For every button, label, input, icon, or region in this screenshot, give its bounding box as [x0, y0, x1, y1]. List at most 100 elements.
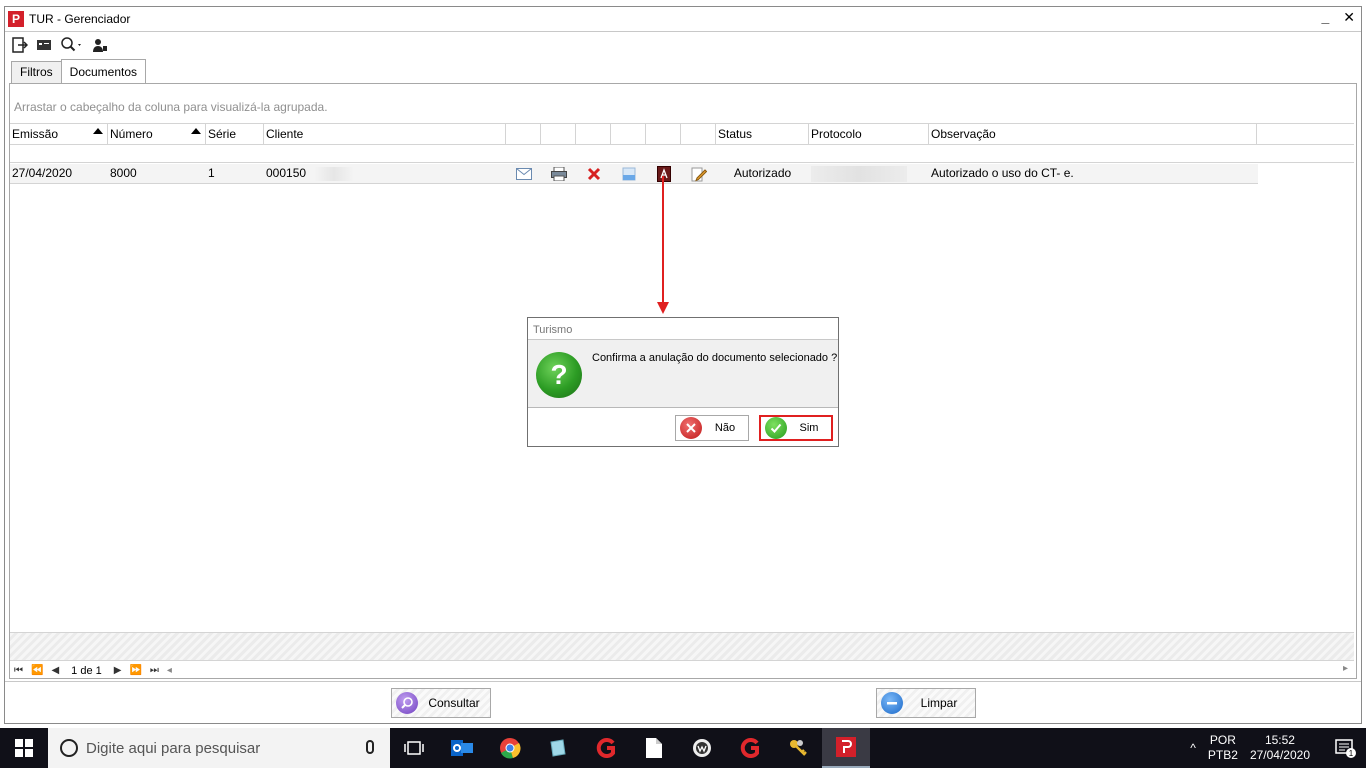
- limpar-button[interactable]: Limpar: [876, 688, 976, 718]
- annotation-arrow: [662, 176, 664, 306]
- page-indicator: 1 de 1: [71, 664, 102, 677]
- col-emissao[interactable]: Emissão: [10, 124, 108, 144]
- w-app-icon[interactable]: [678, 728, 726, 768]
- group-by-hint: Arrastar o cabeçalho da coluna para visu…: [14, 100, 328, 114]
- col-observacao[interactable]: Observação: [929, 124, 1257, 144]
- card-icon[interactable]: [35, 36, 53, 54]
- search-dropdown-icon[interactable]: [59, 36, 85, 54]
- user-icon[interactable]: [91, 36, 109, 54]
- g-app-icon[interactable]: [582, 728, 630, 768]
- yes-button[interactable]: Sim: [759, 415, 833, 441]
- lang-top: POR: [1209, 733, 1236, 747]
- cell-emissao: 27/04/2020: [12, 166, 73, 180]
- cell-serie: 1: [208, 166, 215, 180]
- cell-protocolo: [809, 164, 929, 183]
- no-button[interactable]: Não: [675, 415, 749, 441]
- grid-header: Emissão Número Série Cliente Status Prot…: [10, 123, 1354, 145]
- check-icon: [765, 417, 787, 439]
- consultar-button[interactable]: Consultar: [391, 688, 491, 718]
- clock[interactable]: 15:52 27/04/2020: [1250, 733, 1310, 763]
- search-icon: [396, 692, 418, 714]
- taskbar-search-input[interactable]: Digite aqui para pesquisar: [48, 728, 390, 768]
- filter-row[interactable]: [10, 145, 1354, 163]
- first-page-icon[interactable]: ⏮: [14, 665, 23, 676]
- exit-icon[interactable]: [11, 36, 29, 54]
- taskbar: Digite aqui para pesquisar ^ POR PTB2 15…: [0, 728, 1366, 768]
- col-edit[interactable]: [681, 124, 716, 144]
- clock-date: 27/04/2020: [1249, 748, 1310, 762]
- next-page-icon[interactable]: ▶: [114, 665, 122, 676]
- lang-bottom: PTB2: [1207, 748, 1238, 762]
- edit-note-icon[interactable]: [681, 164, 716, 183]
- language-indicator[interactable]: POR PTB2: [1208, 733, 1238, 763]
- col-annul[interactable]: [646, 124, 681, 144]
- minus-icon: [881, 692, 903, 714]
- notepad-app-icon[interactable]: [534, 728, 582, 768]
- dialog-message: Confirma a anulação do documento selecio…: [592, 352, 838, 364]
- col-cancel[interactable]: [576, 124, 611, 144]
- col-label: Número: [110, 127, 153, 141]
- minimize-button[interactable]: _: [1321, 9, 1329, 26]
- scroll-left-icon[interactable]: ◂: [167, 665, 172, 676]
- title-bar: P TUR - Gerenciador _ ✕: [5, 7, 1361, 31]
- outlook-icon[interactable]: [438, 728, 486, 768]
- chrome-icon[interactable]: [486, 728, 534, 768]
- cell-numero: 8000: [110, 166, 137, 180]
- yes-label: Sim: [799, 422, 819, 434]
- tab-documentos[interactable]: Documentos: [60, 59, 147, 83]
- dialog-title: Turismo: [528, 318, 838, 340]
- col-cliente[interactable]: Cliente: [264, 124, 506, 144]
- col-label: Emissão: [12, 127, 59, 141]
- pager: ⏮ ⏪ ◀ 1 de 1 ▶ ⏩ ⏭ ◂ ▸: [10, 660, 1354, 680]
- tray-expand-icon[interactable]: ^: [1190, 741, 1196, 755]
- col-serie[interactable]: Série: [206, 124, 264, 144]
- notification-center-icon[interactable]: 1: [1326, 738, 1366, 758]
- question-icon: ?: [536, 352, 582, 398]
- annotation-arrow-head: [657, 302, 669, 314]
- email-icon[interactable]: [506, 164, 541, 183]
- tab-filtros[interactable]: Filtros: [11, 61, 62, 83]
- last-page-icon[interactable]: ⏭: [150, 665, 159, 676]
- action-bar: Consultar Limpar: [5, 681, 1361, 723]
- tur-app-icon[interactable]: [822, 728, 870, 768]
- system-tray: ^ POR PTB2 15:52 27/04/2020 1: [1190, 728, 1366, 768]
- cliente-code: 000150: [266, 166, 307, 180]
- cell-observacao: Autorizado o uso do CT- e.: [931, 166, 1074, 180]
- search-placeholder: Digite aqui para pesquisar: [86, 739, 261, 757]
- next-block-icon[interactable]: ⏩: [129, 665, 141, 676]
- sort-asc-icon: [93, 128, 103, 134]
- toolbar: [5, 31, 1361, 57]
- col-print[interactable]: [541, 124, 576, 144]
- col-file[interactable]: [611, 124, 646, 144]
- window-title: TUR - Gerenciador: [29, 12, 131, 26]
- cancel-x-icon[interactable]: [576, 164, 611, 183]
- redacted-client-name: [314, 166, 355, 181]
- confirm-dialog: Turismo ? Confirma a anulação do documen…: [527, 317, 839, 447]
- prev-page-icon[interactable]: ◀: [51, 665, 59, 676]
- col-status[interactable]: Status: [716, 124, 809, 144]
- notification-count: 1: [1349, 749, 1354, 758]
- col-email[interactable]: [506, 124, 541, 144]
- g-app-2-icon[interactable]: [726, 728, 774, 768]
- microphone-icon[interactable]: [366, 740, 374, 754]
- print-icon[interactable]: [541, 164, 576, 183]
- col-numero[interactable]: Número: [108, 124, 206, 144]
- file-icon[interactable]: [611, 164, 646, 183]
- scroll-right-icon[interactable]: ▸: [1343, 663, 1348, 674]
- table-row[interactable]: 27/04/2020 8000 1 000150 Autorizado Auto…: [10, 164, 1258, 184]
- prev-block-icon[interactable]: ⏪: [31, 665, 43, 676]
- redacted-protocol: [811, 165, 907, 182]
- windows-start-icon[interactable]: [0, 728, 48, 768]
- col-protocolo[interactable]: Protocolo: [809, 124, 929, 144]
- grid-footer: [10, 632, 1354, 660]
- document-icon[interactable]: [630, 728, 678, 768]
- app-logo-icon: P: [8, 11, 24, 27]
- cortana-icon: [60, 739, 78, 757]
- task-view-icon[interactable]: [390, 728, 438, 768]
- no-label: Não: [714, 422, 736, 434]
- sort-asc-icon: [191, 128, 201, 134]
- dialog-body: ? Confirma a anulação do documento selec…: [528, 340, 838, 408]
- clock-time: 15:52: [1264, 733, 1295, 747]
- close-button[interactable]: ✕: [1343, 9, 1355, 26]
- keys-app-icon[interactable]: [774, 728, 822, 768]
